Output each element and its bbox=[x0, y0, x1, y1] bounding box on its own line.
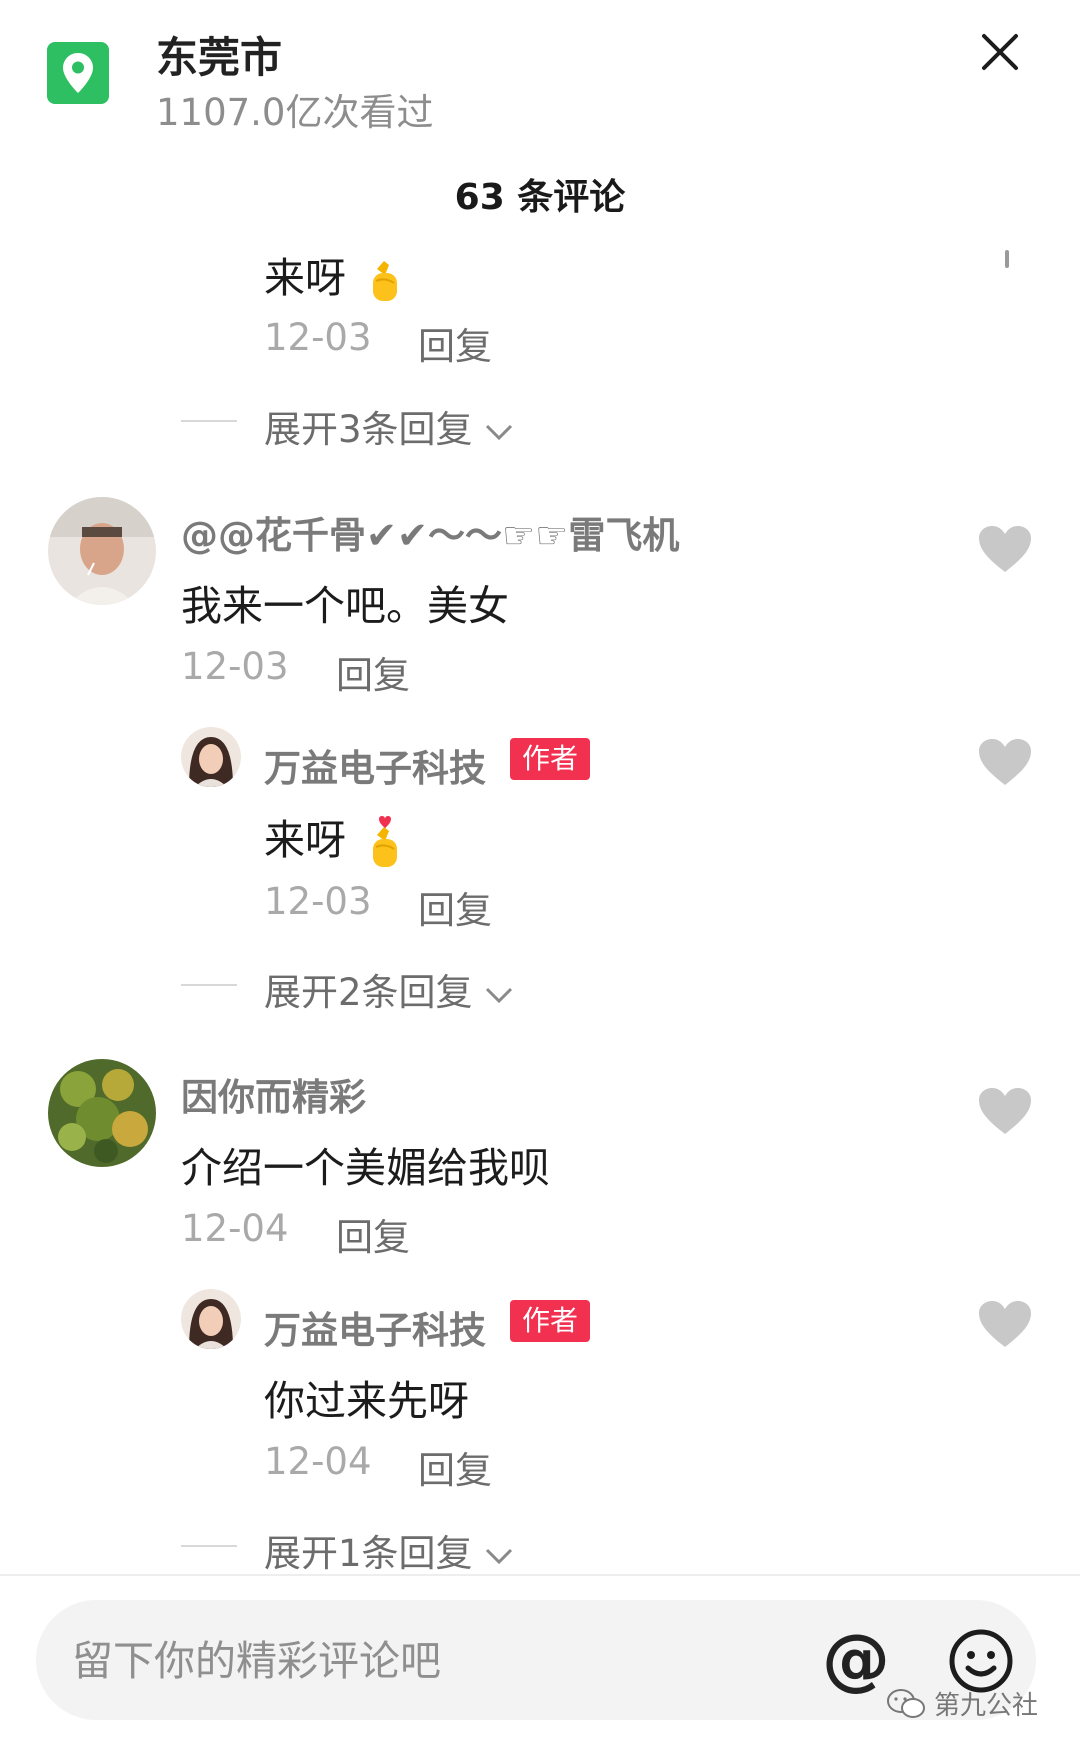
reply-button[interactable]: 回复 bbox=[336, 645, 410, 699]
expand-divider bbox=[181, 984, 237, 986]
input-divider bbox=[0, 1574, 1080, 1576]
watermark: 第九公社 bbox=[886, 1685, 1038, 1722]
comment-input[interactable] bbox=[70, 1600, 814, 1722]
comments-panel: 东莞市 1107.0亿次看过 63 条评论 来呀 12-03 回复 展开3条回复 bbox=[0, 0, 1080, 1746]
location-pin-icon[interactable] bbox=[47, 42, 109, 104]
heart-icon[interactable] bbox=[977, 1086, 1033, 1136]
location-title[interactable]: 东莞市 bbox=[156, 24, 282, 85]
expand-label: 展开2条回复 bbox=[264, 971, 473, 1014]
avatar[interactable] bbox=[48, 497, 156, 605]
comment-count-title: 63 条评论 bbox=[454, 177, 626, 218]
expand-label: 展开3条回复 bbox=[264, 408, 473, 451]
comment-date: 12-03 bbox=[264, 316, 372, 359]
reply-button[interactable]: 回复 bbox=[418, 316, 492, 370]
username[interactable]: 万益电子科技 bbox=[264, 738, 486, 792]
expand-divider bbox=[181, 1545, 237, 1547]
reply-button[interactable]: 回复 bbox=[336, 1207, 410, 1261]
comment-text: 我来一个吧。美女 bbox=[181, 582, 509, 630]
wechat-icon bbox=[887, 1688, 925, 1718]
comment-date: 12-03 bbox=[264, 880, 372, 923]
finger-heart-emoji bbox=[373, 261, 398, 301]
avatar[interactable] bbox=[181, 727, 241, 787]
avatar[interactable] bbox=[48, 1059, 156, 1167]
scrollbar-thumb[interactable] bbox=[1005, 250, 1009, 268]
comment-date: 12-04 bbox=[264, 1440, 372, 1483]
expand-replies-button[interactable]: 展开1条回复 bbox=[264, 1523, 514, 1577]
username[interactable]: 万益电子科技 bbox=[264, 1300, 486, 1354]
view-count: 1107.0亿次看过 bbox=[156, 91, 434, 134]
expand-replies-button[interactable]: 展开2条回复 bbox=[264, 962, 514, 1016]
chevron-down-icon bbox=[486, 1548, 513, 1564]
avatar[interactable] bbox=[181, 1289, 241, 1349]
comment-date: 12-04 bbox=[181, 1207, 289, 1250]
chevron-down-icon bbox=[486, 424, 513, 440]
comment-text-content: 来呀 bbox=[264, 816, 346, 864]
watermark-text: 第九公社 bbox=[934, 1691, 1039, 1721]
heart-icon[interactable] bbox=[977, 737, 1033, 787]
reply-button[interactable]: 回复 bbox=[418, 880, 492, 934]
mention-button[interactable]: @ bbox=[822, 1620, 890, 1699]
comment-text-content: 来呀 bbox=[264, 254, 346, 302]
expand-replies-button[interactable]: 展开3条回复 bbox=[264, 399, 514, 453]
comment-text: 来呀 bbox=[264, 806, 403, 871]
comment-date: 12-03 bbox=[181, 645, 289, 688]
reply-button[interactable]: 回复 bbox=[418, 1440, 492, 1494]
comment-text: 来呀 bbox=[264, 244, 403, 305]
expand-divider bbox=[181, 420, 237, 422]
comment-text: 你过来先呀 bbox=[264, 1377, 469, 1425]
close-icon[interactable] bbox=[978, 30, 1022, 74]
username[interactable]: @@花千骨✔✔～～☞☞雷飞机 bbox=[181, 505, 679, 559]
heart-icon[interactable] bbox=[977, 524, 1033, 574]
heart-icon[interactable] bbox=[977, 1299, 1033, 1349]
expand-label: 展开1条回复 bbox=[264, 1532, 473, 1575]
chevron-down-icon bbox=[486, 987, 513, 1003]
author-badge: 作者 bbox=[510, 738, 591, 780]
comment-text: 介绍一个美媚给我呗 bbox=[181, 1144, 550, 1192]
finger-heart-emoji bbox=[373, 816, 398, 867]
username[interactable]: 因你而精彩 bbox=[181, 1067, 366, 1121]
author-badge: 作者 bbox=[510, 1300, 591, 1342]
